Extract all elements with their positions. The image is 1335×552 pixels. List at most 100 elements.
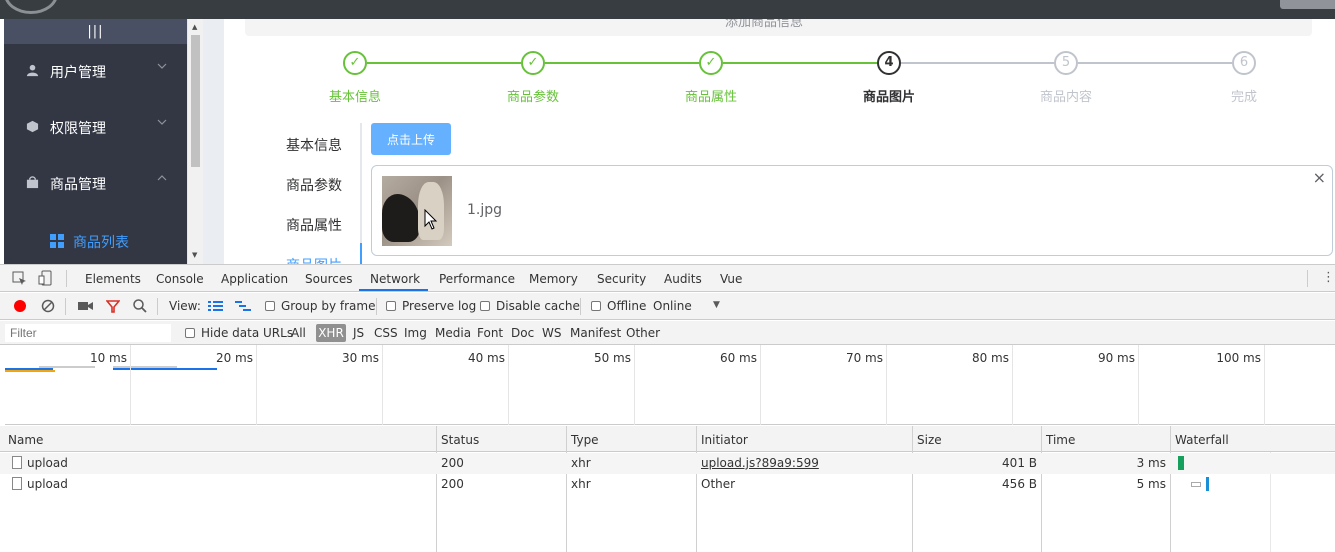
list-view-icon[interactable] — [208, 300, 223, 315]
scroll-up-icon[interactable]: ▲ — [192, 23, 197, 31]
col-header-time[interactable]: Time — [1046, 433, 1075, 447]
waterfall-bar — [1178, 456, 1184, 470]
tab-basic-info[interactable]: 基本信息 — [286, 135, 342, 155]
filter-input[interactable] — [5, 324, 171, 342]
tab-goods-params[interactable]: 商品参数 — [286, 175, 342, 195]
type-filter-ws[interactable]: WS — [542, 326, 561, 340]
overview-tick-label: 30 ms — [341, 351, 379, 365]
table-row[interactable]: upload 200 xhr upload.js?89a9:599 401 B … — [0, 453, 1335, 474]
network-overview: 10 ms 20 ms 30 ms 40 ms 50 ms 60 ms 70 ms 80 ms… — [5, 345, 1335, 425]
close-icon[interactable]: × — [1313, 168, 1326, 187]
content-card: 添加商品信息 ✓ 基本信息 ✓ 商品参数 ✓ 商品属性 4 商品图片 5 商品内容 6 完成 基本信息… — [224, 19, 1335, 274]
step-1-icon: ✓ — [343, 51, 367, 75]
col-header-status[interactable]: Status — [441, 433, 479, 447]
uploaded-file-item[interactable]: 1.jpg × — [371, 165, 1333, 256]
user-icon — [26, 64, 39, 77]
step-5-title: 商品内容 — [1039, 90, 1092, 105]
sidebar-item-users[interactable]: 用户管理 — [4, 44, 187, 100]
sidebar-toggle-button[interactable]: ||| — [4, 19, 187, 44]
type-filter-manifest[interactable]: Manifest — [570, 326, 621, 340]
devtools-tab-audits[interactable]: Audits — [664, 272, 702, 286]
selected-tab-underline — [359, 289, 428, 291]
overview-tick-label: 60 ms — [719, 351, 757, 365]
throttling-select[interactable]: Online — [653, 299, 692, 313]
devtools-tab-memory[interactable]: Memory — [529, 272, 578, 286]
logout-button[interactable] — [1280, 0, 1335, 9]
type-filter-css[interactable]: CSS — [374, 326, 398, 340]
tab-goods-attrs[interactable]: 商品属性 — [286, 215, 342, 235]
alert-text: 添加商品信息 — [725, 19, 804, 30]
type-filter-js[interactable]: JS — [353, 326, 364, 340]
devtools-panel: Elements Console Application Sources Network… — [0, 264, 1335, 552]
upload-button[interactable]: 点击上传 — [371, 123, 451, 155]
waterfall-view-icon[interactable] — [235, 300, 251, 315]
overview-tick-label: 100 ms — [1216, 351, 1261, 365]
step-connector — [367, 62, 521, 64]
requests-table: Name Status Type Initiator Size Time Wat… — [0, 426, 1335, 552]
devtools-tab-sources[interactable]: Sources — [305, 272, 352, 286]
step-connector — [723, 62, 877, 64]
col-header-type[interactable]: Type — [571, 433, 599, 447]
dropdown-arrow-icon[interactable]: ▼ — [713, 300, 720, 310]
step-connector — [1078, 62, 1232, 64]
offline-checkbox[interactable]: Offline — [591, 299, 646, 313]
sidebar-scrollbar[interactable]: ▲ ▼ — [187, 19, 203, 264]
table-row[interactable]: upload 200 xhr Other 456 B 5 ms — [0, 474, 1335, 495]
camera-icon[interactable] — [78, 300, 93, 315]
more-options-icon[interactable]: ⋮ — [1322, 270, 1335, 285]
file-thumbnail — [382, 176, 452, 246]
preserve-log-checkbox[interactable]: Preserve log — [386, 299, 476, 313]
network-toolbar: View: Group by frame Preserve log Disabl… — [0, 293, 1335, 320]
col-header-name[interactable]: Name — [8, 433, 43, 447]
type-filter-all[interactable]: All — [291, 326, 306, 340]
request-name[interactable]: upload — [27, 477, 68, 491]
chevron-up-icon — [157, 174, 167, 185]
devtools-tab-application[interactable]: Application — [221, 272, 288, 286]
devtools-tab-performance[interactable]: Performance — [439, 272, 515, 286]
sidebar-item-goods[interactable]: 商品管理 — [4, 156, 187, 212]
devtools-tab-security[interactable]: Security — [597, 272, 646, 286]
logo — [4, 0, 58, 14]
device-toolbar-icon[interactable] — [38, 270, 52, 286]
type-filter-other[interactable]: Other — [626, 326, 660, 340]
request-name[interactable]: upload — [27, 456, 68, 470]
type-filter-font[interactable]: Font — [477, 326, 503, 340]
inspect-element-icon[interactable] — [12, 271, 27, 286]
search-icon[interactable] — [133, 299, 147, 316]
devtools-tab-network[interactable]: Network — [370, 272, 420, 286]
record-icon[interactable] — [13, 299, 27, 316]
disable-cache-checkbox[interactable]: Disable cache — [480, 299, 580, 313]
col-header-waterfall[interactable]: Waterfall — [1175, 433, 1229, 447]
devtools-tab-vue[interactable]: Vue — [720, 272, 742, 286]
hide-data-urls-checkbox[interactable]: Hide data URLs — [185, 326, 293, 340]
step-connector — [901, 62, 1054, 64]
request-initiator-link[interactable]: upload.js?89a9:599 — [701, 456, 819, 470]
step-2-title: 商品参数 — [506, 90, 559, 105]
group-by-frame-checkbox[interactable]: Group by frame — [265, 299, 375, 313]
file-name[interactable]: 1.jpg — [467, 202, 502, 218]
sidebar-item-permissions[interactable]: 权限管理 — [4, 100, 187, 156]
step-6-title: 完成 — [1230, 90, 1257, 105]
sidebar-item-label: 用户管理 — [50, 65, 106, 81]
overview-tick-label: 70 ms — [845, 351, 883, 365]
sidebar-subitem-goods-list[interactable]: 商品列表 — [4, 222, 187, 264]
table-header: Name Status Type Initiator Size Time Wat… — [0, 426, 1335, 452]
step-connector — [545, 62, 699, 64]
type-filter-img[interactable]: Img — [404, 326, 427, 340]
step-2-icon: ✓ — [521, 51, 545, 75]
devtools-tabbar: Elements Console Application Sources Network… — [0, 265, 1335, 292]
type-filter-xhr[interactable]: XHR — [316, 324, 346, 342]
col-header-size[interactable]: Size — [917, 433, 942, 447]
info-alert: 添加商品信息 — [245, 19, 1312, 36]
type-filter-doc[interactable]: Doc — [511, 326, 534, 340]
col-header-initiator[interactable]: Initiator — [701, 433, 748, 447]
clear-icon[interactable] — [41, 299, 55, 316]
sidebar-subitem-label: 商品列表 — [73, 235, 129, 251]
devtools-tab-console[interactable]: Console — [156, 272, 204, 286]
devtools-tab-elements[interactable]: Elements — [85, 272, 141, 286]
scrollbar-thumb[interactable] — [191, 35, 200, 167]
type-filter-media[interactable]: Media — [435, 326, 471, 340]
filter-icon[interactable] — [105, 299, 121, 316]
step-1-title: 基本信息 — [328, 90, 381, 105]
scroll-down-icon[interactable]: ▼ — [192, 251, 197, 259]
